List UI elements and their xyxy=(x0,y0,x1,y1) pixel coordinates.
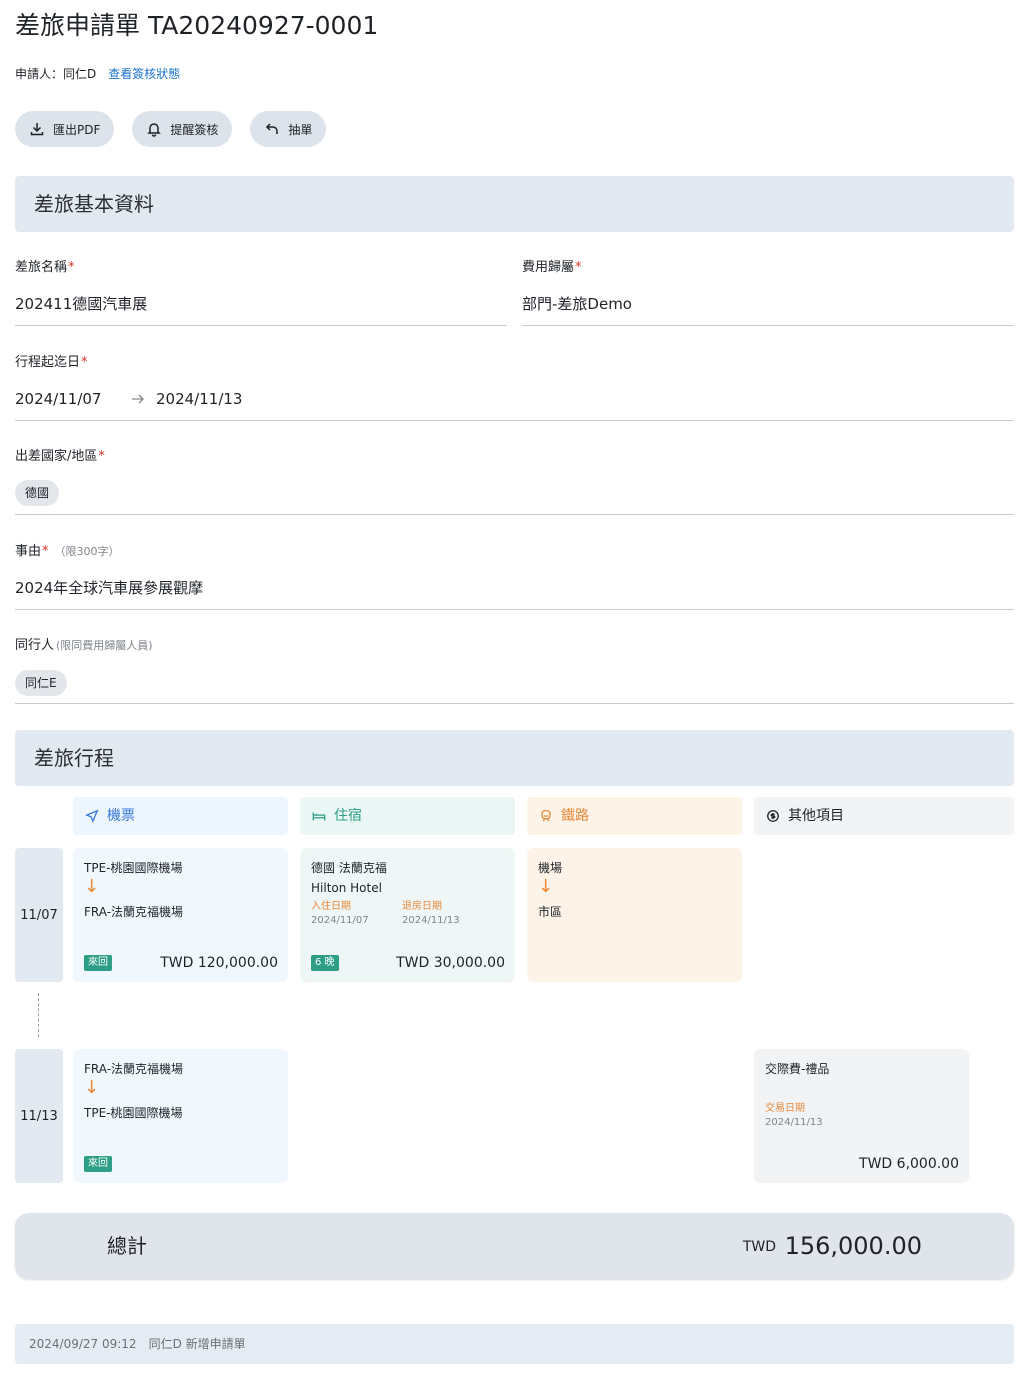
airplane-icon xyxy=(85,809,99,823)
arrow-down-icon: ↓ xyxy=(538,876,554,897)
withdraw-label: 抽單 xyxy=(288,122,313,137)
arrow-right-icon xyxy=(132,394,144,404)
round-trip-badge: 來回 xyxy=(84,1156,112,1172)
trip-name-label: 差旅名稱* xyxy=(15,260,75,275)
column-header-hotel: 住宿 xyxy=(300,797,515,835)
hotel-name: Hilton Hotel xyxy=(311,881,382,895)
other-amount: TWD 6,000.00 xyxy=(859,1156,959,1172)
activity-log: 2024/09/27 09:12 同仁D 新增申請單 xyxy=(15,1324,1014,1364)
country-underline xyxy=(15,514,1014,515)
companion-label: 同行人 (限同費用歸屬人員) xyxy=(15,638,153,653)
country-label: 出差國家/地區* xyxy=(15,449,105,464)
end-date-field[interactable]: 2024/11/13 xyxy=(156,388,242,410)
nights-badge: 6 晚 xyxy=(311,955,339,971)
view-status-link[interactable]: 查看簽核狀態 xyxy=(108,67,180,81)
total-amount: 156,000.00 xyxy=(784,1232,922,1260)
hotel-card[interactable]: 德國 法蘭克福 Hilton Hotel 入住日期 2024/11/07 退房日… xyxy=(300,848,515,982)
remind-approval-button[interactable]: 提醒簽核 xyxy=(132,111,233,147)
checkout-date: 2024/11/13 xyxy=(402,915,460,926)
transaction-date-label: 交易日期 xyxy=(765,1103,805,1114)
checkout-label: 退房日期 xyxy=(402,901,442,912)
arrow-down-icon: ↓ xyxy=(84,1077,100,1098)
flight-destination: FRA-法蘭克福機場 xyxy=(84,905,184,919)
dollar-circle-icon xyxy=(767,810,779,822)
trip-dates-underline xyxy=(15,420,1014,421)
flight-origin: TPE-桃園國際機場 xyxy=(84,861,183,875)
country-chip[interactable]: 德國 xyxy=(15,480,60,506)
applicant-name: 申請人：同仁D xyxy=(15,67,97,81)
checkin-date: 2024/11/07 xyxy=(311,915,369,926)
total-bar: 總計 TWD 156,000.00 xyxy=(15,1213,1014,1279)
action-toolbar: 匯出PDF 提醒簽核 抽單 xyxy=(15,111,327,147)
total-currency: TWD xyxy=(742,1239,776,1255)
companion-chip[interactable]: 同仁E xyxy=(15,670,67,696)
other-item-name: 交際費-禮品 xyxy=(765,1062,830,1076)
undo-icon xyxy=(266,123,279,134)
day-tab-2: 11/13 xyxy=(15,1049,63,1183)
other-expense-card[interactable]: 交際費-禮品 交易日期 2024/11/13 TWD 6,000.00 xyxy=(754,1049,969,1183)
trip-dates-label: 行程起迄日* xyxy=(15,355,88,370)
flight-destination: TPE-桃園國際機場 xyxy=(84,1106,183,1120)
reason-underline xyxy=(15,609,1014,610)
train-icon xyxy=(541,810,551,822)
log-time: 2024/09/27 09:12 xyxy=(29,1337,137,1351)
reason-field[interactable]: 2024年全球汽車展參展觀摩 xyxy=(15,577,203,599)
remind-approval-label: 提醒簽核 xyxy=(170,122,219,137)
flight-card-outbound[interactable]: TPE-桃園國際機場 ↓ FRA-法蘭克福機場 來回 TWD 120,000.0… xyxy=(73,848,288,982)
rail-origin: 機場 xyxy=(538,861,563,875)
flight-origin: FRA-法蘭克福機場 xyxy=(84,1062,184,1076)
trip-name-field[interactable]: 202411德國汽車展 xyxy=(15,293,147,315)
column-header-other: 其他項目 xyxy=(754,797,1014,835)
bed-icon xyxy=(312,812,326,821)
page-title: 差旅申請單 TA20240927-0001 xyxy=(15,11,379,40)
transaction-date: 2024/11/13 xyxy=(765,1117,823,1128)
flight-amount: TWD 120,000.00 xyxy=(160,955,278,971)
cost-owner-label: 費用歸屬* xyxy=(522,260,582,275)
timeline-connector xyxy=(38,993,39,1037)
hotel-amount: TWD 30,000.00 xyxy=(396,955,505,971)
flight-card-return[interactable]: FRA-法蘭克福機場 ↓ TPE-桃園國際機場 來回 xyxy=(73,1049,288,1183)
basic-info-section-header: 差旅基本資料 xyxy=(15,176,1014,232)
log-text: 同仁D 新增申請單 xyxy=(148,1337,246,1351)
column-header-rail: 鐵路 xyxy=(527,797,742,835)
hotel-location: 德國 法蘭克福 xyxy=(311,861,387,875)
reason-label: 事由* （限300字） xyxy=(15,544,120,559)
round-trip-badge: 來回 xyxy=(84,955,112,971)
itinerary-section-header: 差旅行程 xyxy=(15,730,1014,786)
cost-owner-field[interactable]: 部門-差旅Demo xyxy=(522,293,632,315)
cost-owner-underline xyxy=(522,325,1014,326)
companion-underline xyxy=(15,703,1014,704)
withdraw-button[interactable]: 抽單 xyxy=(250,111,327,147)
rail-card[interactable]: 機場 ↓ 市區 xyxy=(527,848,742,982)
total-label: 總計 xyxy=(107,1234,147,1258)
rail-destination: 市區 xyxy=(538,905,563,919)
column-header-flight: 機票 xyxy=(73,797,288,835)
applicant-line: 申請人：同仁D 查看簽核狀態 xyxy=(15,65,180,83)
bell-icon xyxy=(147,123,162,137)
download-icon xyxy=(30,123,44,136)
export-pdf-button[interactable]: 匯出PDF xyxy=(15,111,115,147)
start-date-field[interactable]: 2024/11/07 xyxy=(15,388,101,410)
trip-name-underline xyxy=(15,325,507,326)
checkin-label: 入住日期 xyxy=(311,901,351,912)
export-pdf-label: 匯出PDF xyxy=(53,122,101,137)
day-tab-1: 11/07 xyxy=(15,848,63,982)
arrow-down-icon: ↓ xyxy=(84,876,100,897)
